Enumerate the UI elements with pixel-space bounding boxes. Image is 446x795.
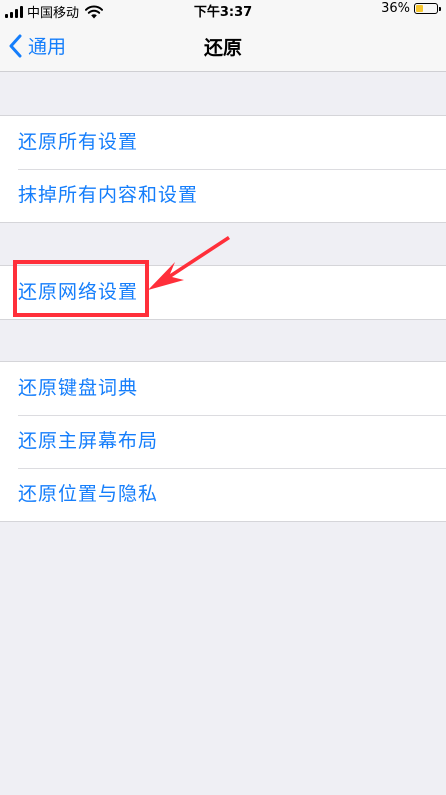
reset-group-2: 还原网络设置 <box>0 265 446 320</box>
battery-percent: 36% <box>381 1 410 16</box>
reset-network-settings-item[interactable]: 还原网络设置 <box>0 266 446 319</box>
reset-home-screen-layout-item[interactable]: 还原主屏幕布局 <box>0 415 446 468</box>
reset-group-3: 还原键盘词典 还原主屏幕布局 还原位置与隐私 <box>0 361 446 522</box>
status-right: 36% <box>381 1 441 16</box>
reset-keyboard-dictionary-item[interactable]: 还原键盘词典 <box>0 362 446 415</box>
status-time: 下午3:37 <box>193 5 253 20</box>
reset-all-settings-item[interactable]: 还原所有设置 <box>0 116 446 169</box>
reset-group-1: 还原所有设置 抹掉所有内容和设置 <box>0 115 446 223</box>
navigation-bar: 通用 还原 <box>0 20 446 72</box>
erase-all-content-item[interactable]: 抹掉所有内容和设置 <box>0 169 446 222</box>
battery-fill <box>416 5 424 12</box>
battery-icon <box>414 3 441 14</box>
status-bar: 中国移动 下午3:37 36% <box>0 0 446 21</box>
reset-location-privacy-item[interactable]: 还原位置与隐私 <box>0 468 446 521</box>
page-title: 还原 <box>203 37 242 59</box>
